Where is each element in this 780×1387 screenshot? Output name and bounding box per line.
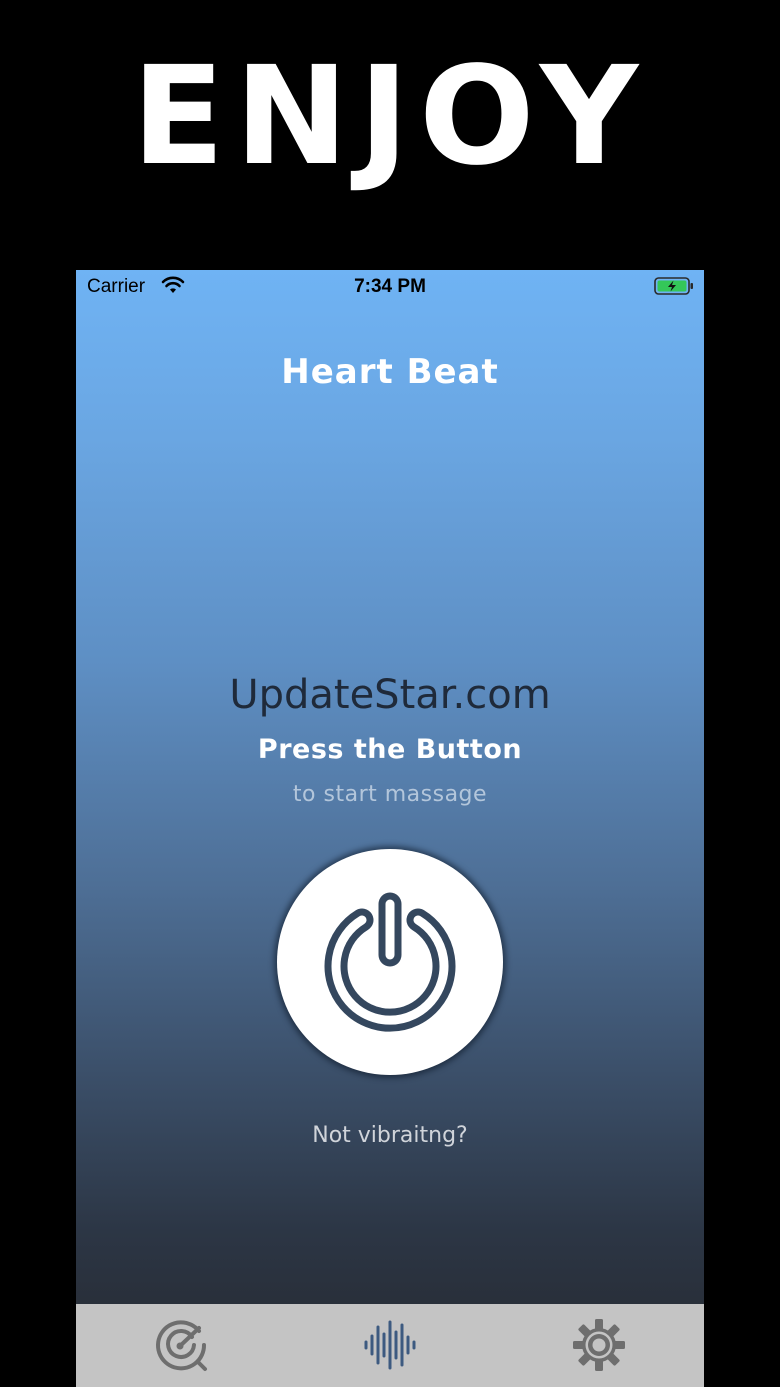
phone-screen: Carrier 7:34 PM Heart Beat UpdateStar.co… xyxy=(76,270,704,1387)
power-button[interactable] xyxy=(277,849,503,1075)
prompt-title: Press the Button xyxy=(257,734,523,765)
prompt-subtitle: to start massage xyxy=(292,782,488,807)
promo-headline: ENJOY xyxy=(131,38,649,196)
status-bar: Carrier 7:34 PM xyxy=(76,270,704,304)
not-vibrating-link[interactable]: Not vibraitng? xyxy=(76,1123,704,1148)
tab-settings[interactable] xyxy=(494,1304,703,1387)
tab-radar[interactable] xyxy=(76,1304,285,1387)
tab-bar xyxy=(76,1304,704,1387)
tab-vibration[interactable] xyxy=(285,1304,494,1387)
battery-icon xyxy=(654,277,693,295)
power-icon xyxy=(324,892,456,1032)
status-time: 7:34 PM xyxy=(354,276,426,297)
gear-icon xyxy=(573,1319,625,1371)
app-title: Heart Beat xyxy=(281,352,499,392)
waveform-icon xyxy=(364,1320,416,1370)
radar-icon xyxy=(156,1320,207,1371)
watermark-text: UpdateStar.com xyxy=(229,672,551,718)
